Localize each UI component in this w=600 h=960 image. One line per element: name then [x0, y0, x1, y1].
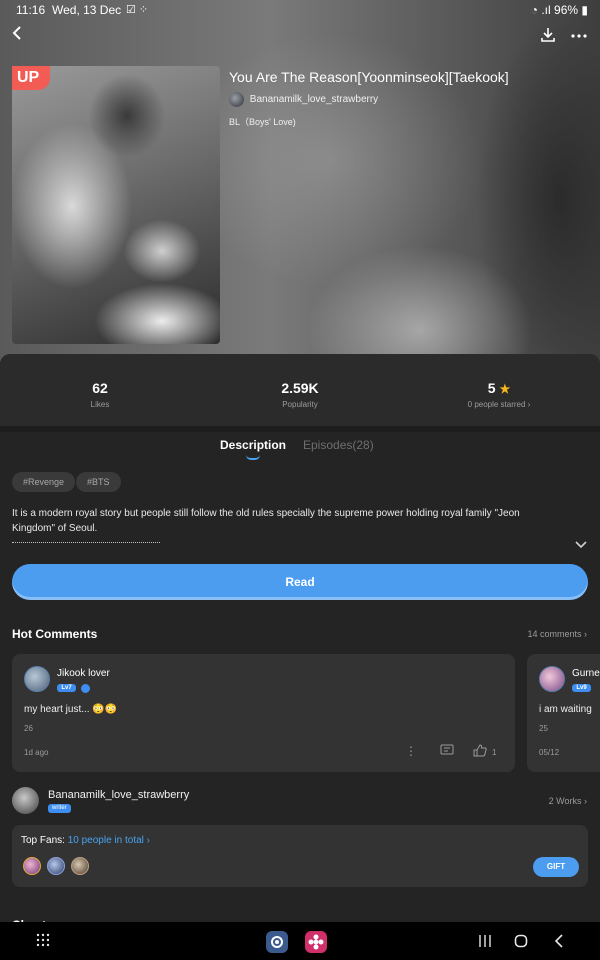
- tab-description[interactable]: Description: [220, 438, 286, 452]
- tag-chip[interactable]: #BTS: [76, 472, 121, 492]
- comments-count: 14 comments: [527, 629, 582, 639]
- author-avatar: [229, 92, 244, 107]
- back-arrow-icon[interactable]: [10, 24, 26, 48]
- medal-icon: [81, 684, 90, 693]
- stat-popularity: 2.59K Popularity: [240, 380, 360, 409]
- comment-text: i am waiting: [539, 704, 592, 715]
- book-title: You Are The Reason[Yoonminseok][Taekook]: [229, 69, 509, 85]
- author-name[interactable]: Bananamilk_love_strawberry: [48, 789, 189, 801]
- more-icon[interactable]: [570, 26, 588, 49]
- home-icon[interactable]: [514, 934, 528, 953]
- stat-rating[interactable]: 5 ★ 0 people starred ›: [439, 380, 559, 409]
- comment-card[interactable]: Gurne Lv9 i am waiting 25 05/12: [527, 654, 600, 772]
- rating-value: 5: [487, 380, 496, 396]
- flower-app-icon[interactable]: [305, 931, 327, 953]
- comment-text: my heart just... 😳😳: [24, 704, 118, 715]
- notification-icons: ☑ ⁘: [126, 4, 149, 16]
- back-nav-icon[interactable]: [553, 934, 565, 953]
- settings-app-icon[interactable]: [266, 931, 288, 953]
- hot-comments-title: Hot Comments: [12, 627, 98, 641]
- commenter-avatar: [24, 666, 50, 692]
- more-vertical-icon[interactable]: ⋮: [405, 744, 417, 758]
- level-badge: Lv9: [572, 684, 591, 692]
- star-icon: ★: [499, 382, 511, 396]
- description-fade: [12, 542, 160, 543]
- status-right: ◔ .ıl 96% ▮: [531, 3, 588, 17]
- tag-chip[interactable]: #Revenge: [12, 472, 76, 492]
- status-bar: 11:16 Wed, 13 Dec ☑ ⁘ ◔ .ıl 96% ▮: [0, 0, 600, 20]
- chevron-right-icon: ›: [584, 796, 587, 806]
- comment-card[interactable]: Jikook lover Lv7 my heart just... 😳😳 26 …: [12, 654, 515, 772]
- status-date: Wed, 13 Dec: [52, 3, 122, 17]
- battery-icon: ▮: [581, 3, 588, 17]
- author-avatar[interactable]: [12, 787, 39, 814]
- comment-likes: 25: [539, 724, 548, 733]
- works-count: 2 Works: [548, 796, 582, 806]
- gift-button[interactable]: GIFT: [533, 857, 579, 877]
- comment-time: 05/12: [539, 748, 560, 757]
- likes-label: Likes: [90, 400, 110, 409]
- genre-label: BL（Boys' Love): [229, 117, 296, 127]
- stats-panel: 62 Likes 2.59K Popularity 5 ★ 0 people s…: [0, 354, 600, 426]
- top-fans-label: Top Fans:: [21, 835, 65, 846]
- wifi-icon: ◔: [530, 3, 538, 17]
- recents-icon[interactable]: [478, 934, 492, 953]
- top-fans-title: Top Fans: 10 people in total ›: [21, 835, 150, 846]
- popularity-label: Popularity: [282, 400, 318, 409]
- commenter-name: Gurne: [572, 668, 600, 679]
- status-time: 11:16: [16, 3, 46, 17]
- author-name: Bananamilk_love_strawberry: [249, 94, 379, 105]
- thumbs-up-icon[interactable]: [473, 744, 487, 760]
- writer-badge: writer: [48, 804, 71, 813]
- reply-icon[interactable]: [440, 744, 454, 760]
- fan-avatar[interactable]: [23, 857, 41, 875]
- commenter-name: Jikook lover: [57, 668, 110, 679]
- signal-icon: .ıl: [541, 3, 551, 17]
- fan-avatar[interactable]: [47, 857, 65, 875]
- battery-level: 96%: [554, 3, 579, 17]
- system-nav-bar: [0, 922, 600, 960]
- hero-banner: 11:16 Wed, 13 Dec ☑ ⁘ ◔ .ıl 96% ▮ UP You…: [0, 0, 600, 362]
- fan-avatar[interactable]: [71, 857, 89, 875]
- download-icon[interactable]: [540, 26, 556, 49]
- commenter-avatar: [539, 666, 565, 692]
- book-cover-image: [12, 66, 220, 344]
- rating-label: 0 people starred ›: [467, 400, 531, 409]
- top-fans-link[interactable]: 10 people in total ›: [68, 835, 150, 846]
- tab-episodes[interactable]: Episodes(28): [303, 438, 374, 452]
- top-fans-panel: Top Fans: 10 people in total › GIFT: [12, 825, 588, 887]
- up-badge: UP: [12, 66, 50, 90]
- like-count: 1: [492, 748, 497, 757]
- level-badge: Lv7: [57, 684, 76, 692]
- comment-likes: 26: [24, 724, 33, 733]
- author-link[interactable]: Bananamilk_love_strawberry: [229, 92, 378, 108]
- tab-indicator: [246, 455, 260, 460]
- stat-likes: 62 Likes: [40, 380, 160, 409]
- popularity-value: 2.59K: [281, 380, 319, 396]
- section-divider: [0, 426, 600, 432]
- apps-grid-icon[interactable]: [36, 933, 50, 952]
- comments-count-link[interactable]: 14 comments ›: [527, 629, 587, 639]
- read-button[interactable]: Read: [12, 564, 588, 600]
- comment-time: 1d ago: [24, 748, 49, 757]
- works-link[interactable]: 2 Works ›: [549, 796, 587, 806]
- chevron-down-icon[interactable]: [575, 536, 587, 552]
- chevron-right-icon: ›: [584, 629, 587, 639]
- likes-value: 62: [92, 380, 108, 396]
- book-description: It is a modern royal story but people st…: [12, 508, 520, 534]
